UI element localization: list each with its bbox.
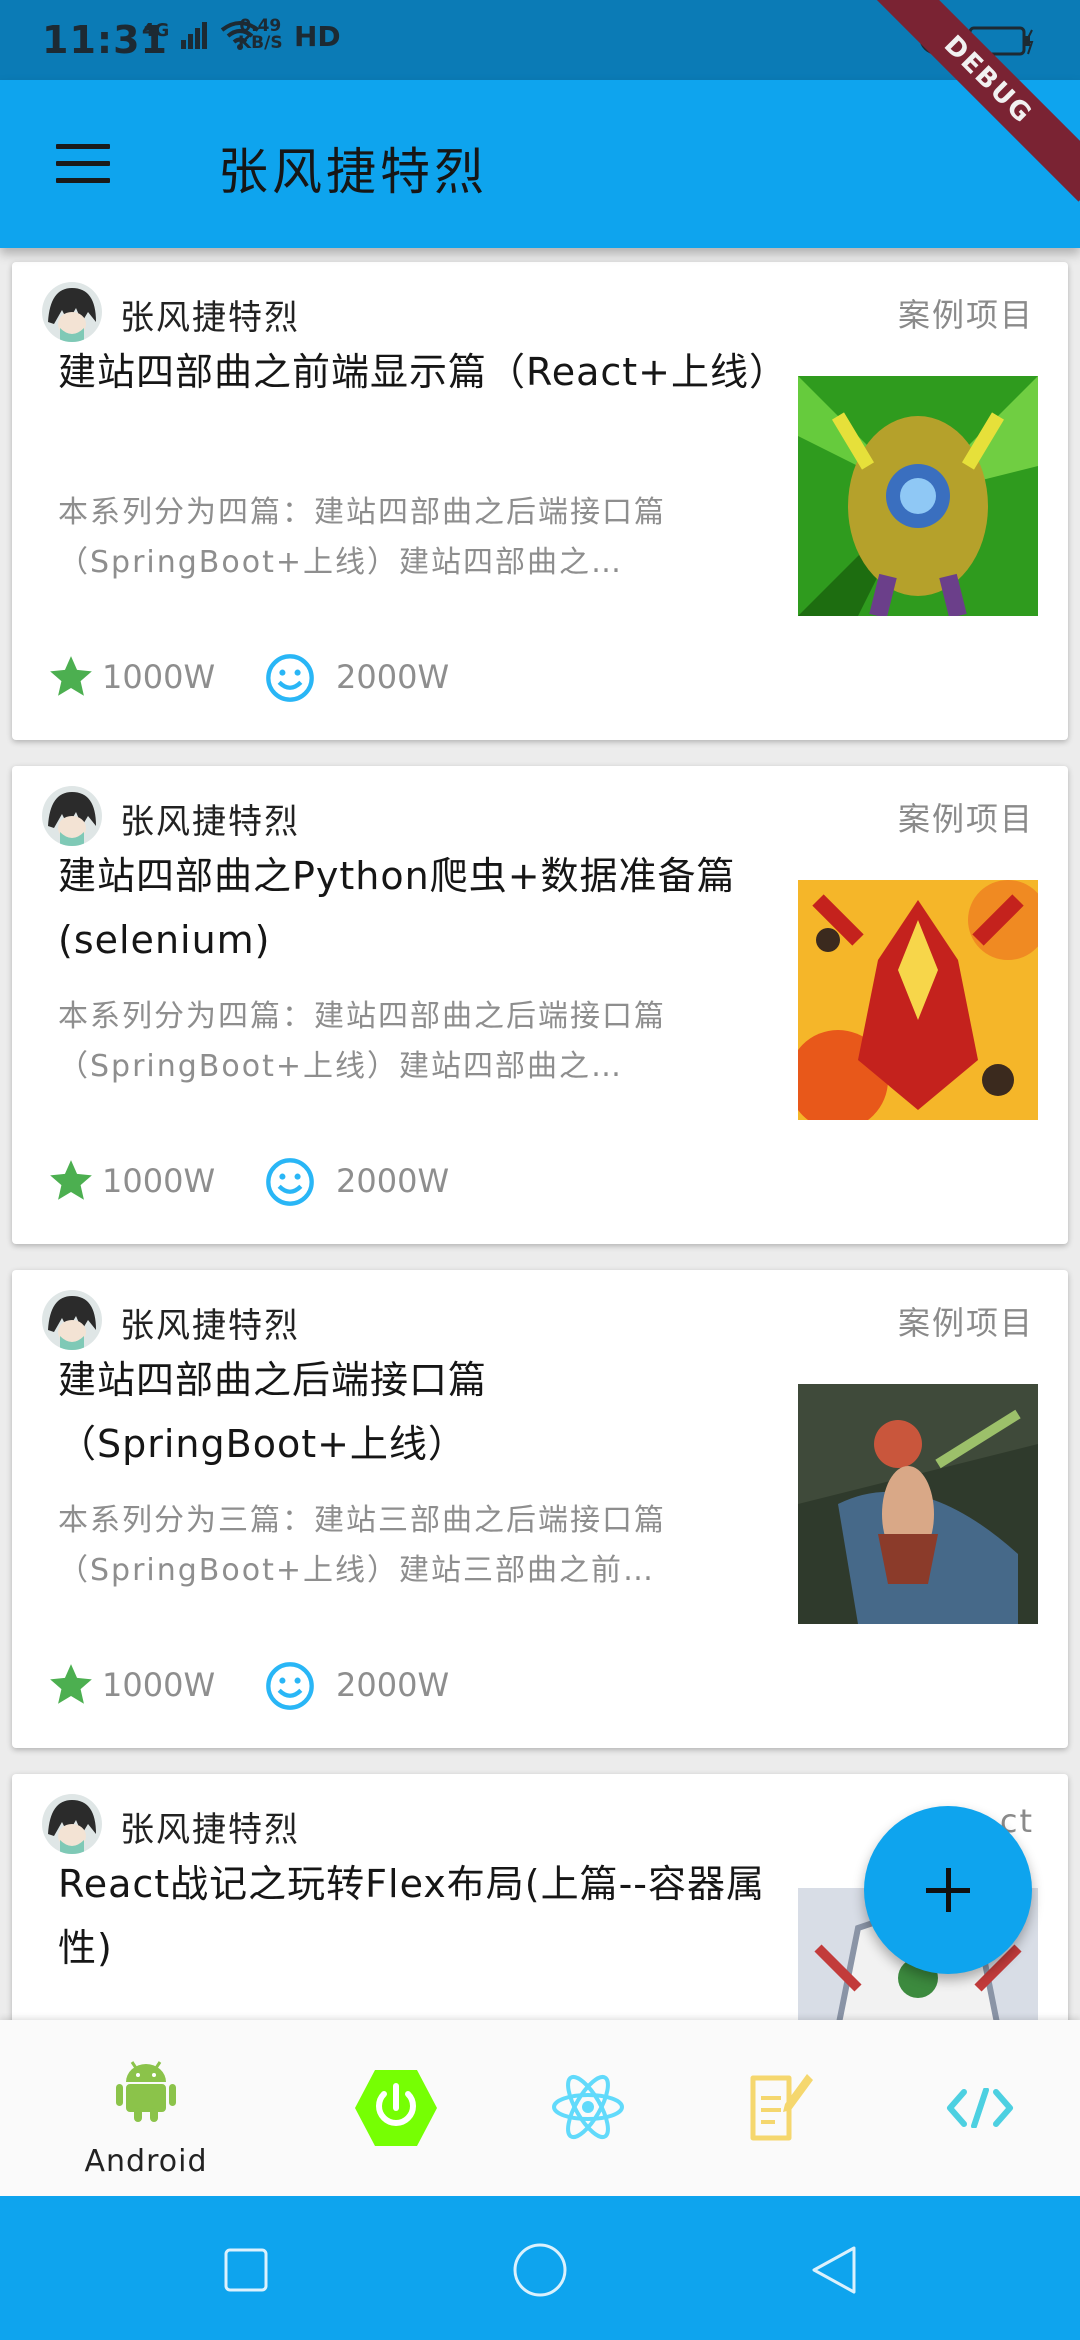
nav-item-spring[interactable]: [296, 2020, 496, 2196]
circle-home-icon[interactable]: [512, 2242, 568, 2298]
views-count: 2000W: [336, 1162, 450, 1200]
views-count: 2000W: [336, 1666, 450, 1704]
category-label[interactable]: 案例项目: [898, 290, 1034, 336]
hamburger-menu-icon[interactable]: [56, 144, 110, 186]
views-count: 2000W: [336, 658, 450, 696]
star-icon[interactable]: [46, 652, 96, 702]
article-card[interactable]: 张风捷特烈 案例项目 建站四部曲之Python爬虫+数据准备篇(selenium…: [12, 766, 1068, 1244]
article-title[interactable]: 建站四部曲之Python爬虫+数据准备篇(selenium): [58, 844, 788, 972]
network-speed: 0.49 KB/S: [238, 18, 283, 52]
system-navigation-bar: [0, 2196, 1080, 2340]
star-icon[interactable]: [46, 1156, 96, 1206]
app-title: 张风捷特烈: [218, 143, 488, 201]
article-thumbnail[interactable]: [798, 880, 1038, 1120]
nav-item-react[interactable]: [488, 2020, 688, 2196]
category-label[interactable]: 案例项目: [898, 1298, 1034, 1344]
speed-unit: KB/S: [238, 33, 283, 53]
nav-item-notes[interactable]: [682, 2020, 882, 2196]
smile-icon[interactable]: [264, 1660, 316, 1712]
likes-count: 1000W: [102, 1666, 216, 1704]
author-name: 张风捷特烈: [120, 1306, 300, 1346]
article-card[interactable]: 张风捷特烈 案例项目 建站四部曲之前端显示篇（React+上线） 本系列分为四篇…: [12, 262, 1068, 740]
article-thumbnail[interactable]: [798, 1384, 1038, 1624]
square-recents-icon[interactable]: [218, 2242, 274, 2298]
article-stats: 1000W 2000W: [46, 1156, 546, 1206]
code-icon: [947, 2088, 1013, 2128]
article-description: 本系列分为三篇：建站三部曲之后端接口篇（SpringBoot+上线）建站三部曲之…: [58, 1503, 666, 1588]
smile-icon[interactable]: [264, 652, 316, 704]
nav-label: Android: [84, 2144, 208, 2179]
article-stats: 1000W 2000W: [46, 652, 546, 702]
nav-item-code[interactable]: [880, 2020, 1080, 2196]
author-name: 张风捷特烈: [120, 298, 300, 338]
article-stats: 1000W 2000W: [46, 1660, 546, 1710]
react-atom-icon: [552, 2074, 624, 2140]
avatar: [42, 786, 102, 846]
likes-count: 1000W: [102, 658, 216, 696]
triangle-back-icon[interactable]: [806, 2242, 862, 2298]
article-list[interactable]: 张风捷特烈 案例项目 建站四部曲之前端显示篇（React+上线） 本系列分为四篇…: [0, 248, 1080, 2020]
article-title[interactable]: React战记之玩转Flex布局(上篇--容器属性): [58, 1852, 788, 1980]
nav-item-android[interactable]: Android: [46, 2020, 246, 2196]
category-label[interactable]: 案例项目: [898, 794, 1034, 840]
author-name: 张风捷特烈: [120, 1810, 300, 1850]
note-edit-icon: [750, 2074, 813, 2141]
article-description: 本系列分为四篇：建站四部曲之后端接口篇（SpringBoot+上线）建站四部曲之…: [58, 999, 666, 1084]
article-card[interactable]: 张风捷特烈 案例项目 建站四部曲之后端接口篇（SpringBoot+上线） 本系…: [12, 1270, 1068, 1748]
smile-icon[interactable]: [264, 1156, 316, 1208]
android-icon: [116, 2061, 176, 2122]
network-type: 4G: [142, 20, 170, 41]
avatar: [42, 1290, 102, 1350]
app-bar: 张风捷特烈: [0, 80, 1080, 248]
likes-count: 1000W: [102, 1162, 216, 1200]
author-name: 张风捷特烈: [120, 802, 300, 842]
article-title[interactable]: 建站四部曲之后端接口篇（SpringBoot+上线）: [58, 1348, 788, 1476]
article-thumbnail[interactable]: [798, 376, 1038, 616]
hd-indicator: HD: [294, 20, 341, 53]
avatar: [42, 1794, 102, 1854]
star-icon[interactable]: [46, 1660, 96, 1710]
bottom-navigation: Android: [0, 2020, 1080, 2196]
add-fab-button[interactable]: [864, 1806, 1032, 1974]
signal-icon: [180, 22, 207, 49]
avatar: [42, 282, 102, 342]
article-description: 本系列分为四篇：建站四部曲之后端接口篇（SpringBoot+上线）建站四部曲之…: [58, 495, 666, 580]
power-icon: [355, 2070, 437, 2146]
article-title[interactable]: 建站四部曲之前端显示篇（React+上线）: [58, 340, 788, 404]
